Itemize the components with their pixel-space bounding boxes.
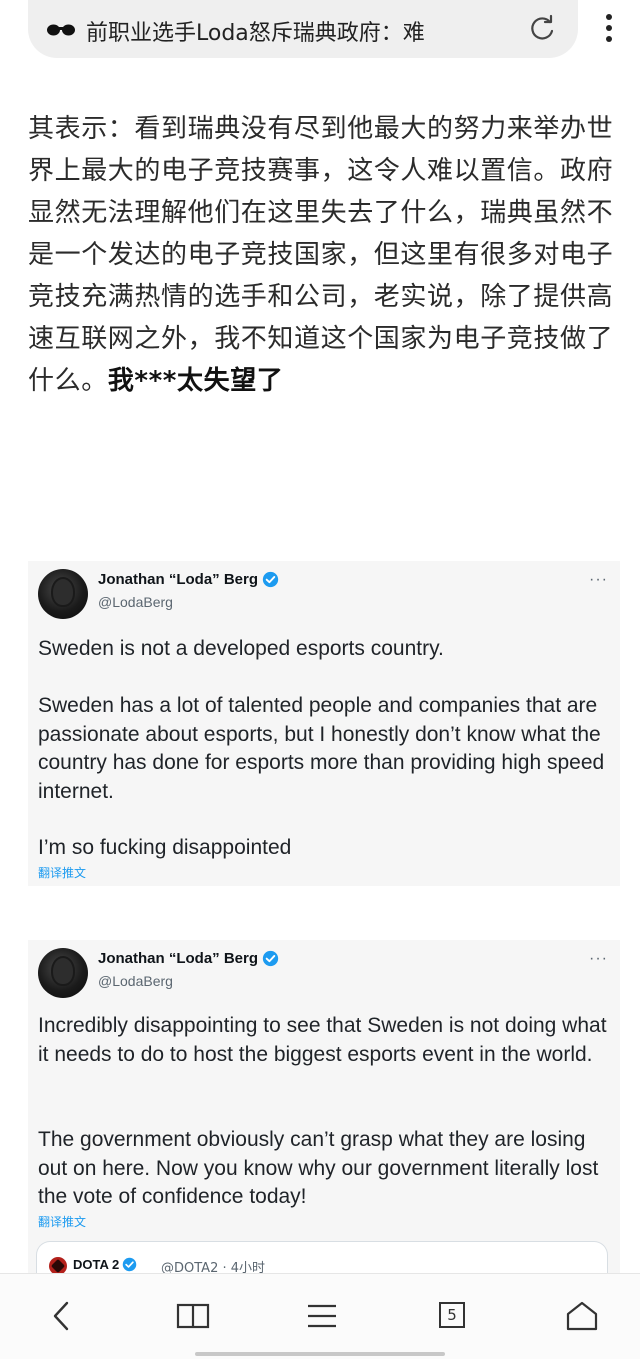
incognito-glasses-icon <box>47 24 75 36</box>
tweet-card: Jonathan “Loda” Berg @LodaBerg ··· Incre… <box>28 940 620 1281</box>
gesture-home-indicator[interactable] <box>195 1352 445 1356</box>
avatar[interactable] <box>38 569 88 619</box>
tweet-handle[interactable]: @LodaBerg <box>98 594 173 610</box>
back-icon <box>53 1301 69 1331</box>
translate-tweet-link[interactable]: 翻译推文 <box>38 1213 86 1230</box>
quoted-author-name[interactable]: DOTA 2 <box>73 1257 137 1272</box>
browser-top-bar: 前职业选手Loda怒斥瑞典政府：难 <box>0 0 640 72</box>
reader-icon <box>176 1303 210 1329</box>
tweet-paragraph: The government obviously can’t grasp wha… <box>38 1128 599 1208</box>
menu-button[interactable] <box>300 1296 344 1336</box>
browser-bottom-nav: 5 <box>0 1273 640 1359</box>
verified-badge-icon <box>122 1257 137 1272</box>
tweet-paragraph: Incredibly disappointing to see that Swe… <box>38 1014 607 1066</box>
tweet-paragraph: I’m so fucking disappointed <box>38 836 292 859</box>
tweet-author-name[interactable]: Jonathan “Loda” Berg <box>98 950 279 967</box>
page-title[interactable]: 前职业选手Loda怒斥瑞典政府：难 <box>86 15 526 47</box>
back-button[interactable] <box>40 1296 84 1336</box>
verified-badge-icon <box>262 950 279 967</box>
author-name-text: Jonathan “Loda” Berg <box>98 950 259 967</box>
tabs-icon: 5 <box>439 1302 465 1328</box>
reader-mode-button[interactable] <box>171 1296 215 1336</box>
address-bar[interactable]: 前职业选手Loda怒斥瑞典政府：难 <box>28 0 578 58</box>
menu-icon <box>308 1304 336 1328</box>
tweet-paragraph: Sweden is not a developed esports countr… <box>38 637 444 660</box>
home-icon <box>566 1301 598 1331</box>
more-options-icon[interactable]: ··· <box>589 571 608 589</box>
home-button[interactable] <box>560 1296 604 1336</box>
tweet-author-name[interactable]: Jonathan “Loda” Berg <box>98 571 279 588</box>
tweet-card: Jonathan “Loda” Berg @LodaBerg ··· Swede… <box>28 561 620 886</box>
tweet-paragraph: Sweden has a lot of talented people and … <box>38 694 605 803</box>
article-text: 其表示：看到瑞典没有尽到他最大的努力来举办世界上最大的电子竞技赛事，这令人难以置… <box>28 114 614 396</box>
reload-icon[interactable] <box>526 13 558 45</box>
article-paragraph: 其表示：看到瑞典没有尽到他最大的努力来举办世界上最大的电子竞技赛事，这令人难以置… <box>28 108 628 402</box>
article-emphasis: 我***太失望了 <box>107 366 284 396</box>
translate-tweet-link[interactable]: 翻译推文 <box>38 864 86 881</box>
author-name-text: Jonathan “Loda” Berg <box>98 571 259 588</box>
tweet-handle[interactable]: @LodaBerg <box>98 973 173 989</box>
avatar[interactable] <box>38 948 88 998</box>
verified-badge-icon <box>262 571 279 588</box>
tabs-button[interactable]: 5 <box>430 1296 474 1336</box>
more-options-icon[interactable]: ··· <box>589 950 608 968</box>
kebab-menu-icon[interactable] <box>594 10 624 46</box>
quoted-name-text: DOTA 2 <box>73 1257 120 1272</box>
